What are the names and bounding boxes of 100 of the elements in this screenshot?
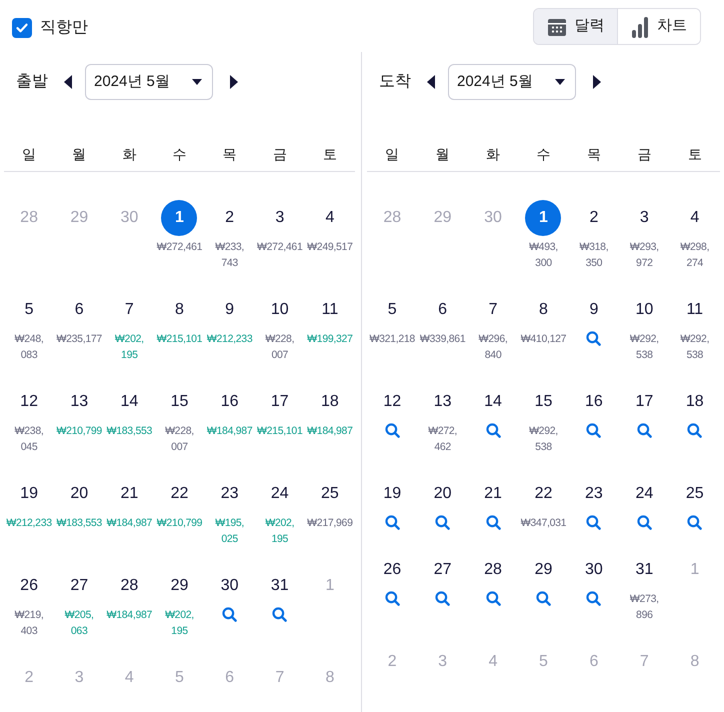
day-number[interactable]: 4 bbox=[325, 200, 334, 236]
day-number[interactable]: 12 bbox=[383, 384, 402, 420]
day-number[interactable]: 18 bbox=[321, 384, 339, 420]
day-number[interactable]: 9 bbox=[589, 292, 598, 328]
previous-month-button[interactable] bbox=[426, 75, 436, 89]
day-number[interactable]: 20 bbox=[70, 476, 88, 512]
day-number[interactable]: 31 bbox=[270, 568, 289, 604]
selected-day[interactable]: 1 bbox=[161, 200, 198, 236]
day-number[interactable]: 27 bbox=[434, 552, 452, 588]
view-tab[interactable]: 차트 bbox=[617, 9, 700, 44]
day-number[interactable]: 23 bbox=[220, 476, 239, 512]
search-icon[interactable] bbox=[486, 591, 501, 606]
day-number[interactable]: 15 bbox=[170, 384, 188, 420]
day-number[interactable]: 29 bbox=[534, 552, 552, 588]
previous-month-button[interactable] bbox=[63, 75, 73, 89]
day-number[interactable]: 8 bbox=[539, 292, 548, 328]
search-icon[interactable] bbox=[486, 423, 501, 438]
day-number[interactable]: 6 bbox=[74, 292, 84, 328]
day-number[interactable]: 7 bbox=[124, 292, 134, 328]
day-number[interactable]: 26 bbox=[383, 552, 402, 588]
day-number[interactable]: 24 bbox=[270, 476, 289, 512]
day-number[interactable]: 23 bbox=[585, 476, 603, 512]
search-icon[interactable] bbox=[687, 515, 702, 530]
day-number[interactable]: 3 bbox=[640, 200, 649, 236]
day-number[interactable]: 7 bbox=[488, 292, 498, 328]
search-icon[interactable] bbox=[435, 591, 450, 606]
day-number[interactable]: 10 bbox=[635, 292, 654, 328]
day-number[interactable]: 21 bbox=[484, 476, 502, 512]
day-number[interactable]: 29 bbox=[170, 568, 188, 604]
search-icon[interactable] bbox=[586, 515, 602, 530]
day-number[interactable]: 18 bbox=[686, 384, 704, 420]
price-text: ₩215,101 bbox=[257, 424, 302, 439]
search-icon[interactable] bbox=[435, 515, 450, 530]
search-icon[interactable] bbox=[586, 423, 602, 438]
search-icon[interactable] bbox=[687, 423, 702, 438]
day-number[interactable]: 2 bbox=[225, 200, 234, 236]
search-icon[interactable] bbox=[384, 591, 400, 606]
price-text: ₩410,127 bbox=[520, 332, 566, 347]
search-icon[interactable] bbox=[384, 423, 400, 438]
day-number[interactable]: 8 bbox=[175, 292, 184, 328]
day-number[interactable]: 25 bbox=[321, 476, 339, 512]
day-number[interactable]: 10 bbox=[270, 292, 289, 328]
day-number[interactable]: 21 bbox=[120, 476, 138, 512]
day-number[interactable]: 5 bbox=[24, 292, 34, 328]
day-number[interactable]: 22 bbox=[170, 476, 188, 512]
day-number[interactable]: 17 bbox=[270, 384, 289, 420]
next-month-button[interactable] bbox=[229, 75, 239, 89]
search-icon[interactable] bbox=[536, 591, 551, 606]
month-dropdown[interactable]: 2024년 5월 bbox=[448, 64, 576, 100]
day-number[interactable]: 25 bbox=[686, 476, 704, 512]
day-number[interactable]: 13 bbox=[434, 384, 452, 420]
weekday-label: 금 bbox=[272, 145, 287, 164]
search-icon[interactable] bbox=[586, 591, 602, 606]
day-number: 3 bbox=[438, 652, 448, 672]
day-number[interactable]: 15 bbox=[534, 384, 552, 420]
month-dropdown[interactable]: 2024년 5월 bbox=[85, 64, 213, 100]
day-number[interactable]: 28 bbox=[484, 552, 502, 588]
day-number[interactable]: 22 bbox=[534, 476, 552, 512]
day-number[interactable]: 16 bbox=[585, 384, 603, 420]
day-number[interactable]: 14 bbox=[484, 384, 502, 420]
day-number[interactable]: 9 bbox=[225, 292, 234, 328]
day-number[interactable]: 30 bbox=[220, 568, 239, 604]
day-number[interactable]: 16 bbox=[220, 384, 239, 420]
price-text: ₩249,517 bbox=[307, 240, 353, 255]
day-number[interactable]: 17 bbox=[635, 384, 654, 420]
day-number[interactable]: 5 bbox=[388, 292, 397, 328]
search-icon[interactable] bbox=[384, 515, 400, 530]
price-text: ₩183,553 bbox=[106, 424, 152, 439]
price-text: ₩210,799 bbox=[156, 516, 202, 531]
day-number[interactable]: 4 bbox=[690, 200, 700, 236]
day-number[interactable]: 14 bbox=[120, 384, 138, 420]
day-number[interactable]: 11 bbox=[686, 292, 704, 328]
day-number[interactable]: 27 bbox=[70, 568, 88, 604]
view-tab[interactable]: 달력 bbox=[534, 9, 617, 44]
day-number[interactable]: 26 bbox=[20, 568, 38, 604]
day-number: 4 bbox=[488, 652, 498, 672]
day-number[interactable]: 30 bbox=[585, 552, 603, 588]
day-number[interactable]: 12 bbox=[20, 384, 38, 420]
day-number[interactable]: 24 bbox=[635, 476, 654, 512]
search-icon[interactable] bbox=[222, 607, 238, 622]
day-number[interactable]: 19 bbox=[20, 476, 38, 512]
day-number[interactable]: 2 bbox=[589, 200, 598, 236]
day-number[interactable]: 11 bbox=[322, 292, 338, 328]
day-number[interactable]: 3 bbox=[275, 200, 284, 236]
search-icon[interactable] bbox=[636, 515, 652, 530]
day-number[interactable]: 13 bbox=[70, 384, 88, 420]
day-number[interactable]: 6 bbox=[438, 292, 448, 328]
next-month-button[interactable] bbox=[592, 75, 602, 89]
search-icon[interactable] bbox=[636, 423, 652, 438]
day-number[interactable]: 28 bbox=[120, 568, 138, 604]
price-text: ₩238, 045 bbox=[14, 424, 44, 455]
day-number[interactable]: 20 bbox=[434, 476, 452, 512]
search-icon[interactable] bbox=[586, 331, 602, 346]
day-number[interactable]: 31 bbox=[635, 552, 654, 588]
search-icon[interactable] bbox=[486, 515, 501, 530]
selected-day[interactable]: 1 bbox=[525, 200, 562, 236]
day-number[interactable]: 19 bbox=[383, 476, 402, 512]
search-icon[interactable] bbox=[272, 607, 288, 622]
checkbox[interactable] bbox=[12, 18, 32, 38]
day-number: 28 bbox=[383, 208, 402, 228]
